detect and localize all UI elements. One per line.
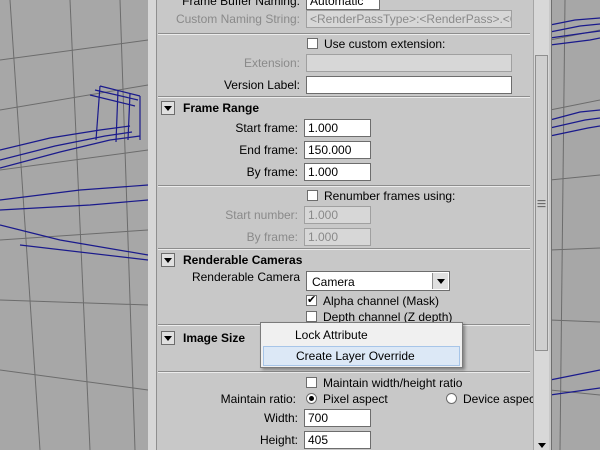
renderable-cameras-title[interactable]: Renderable Cameras: [183, 253, 302, 267]
separator: [158, 33, 530, 35]
version-label-label: Version Label:: [223, 78, 300, 92]
extension-field[interactable]: [306, 54, 512, 72]
renumber-by-frame-field[interactable]: 1.000: [304, 228, 371, 246]
alpha-channel-checkbox[interactable]: [306, 293, 317, 306]
maintain-ratio-label: Maintain ratio:: [220, 392, 296, 406]
custom-naming-field[interactable]: <RenderPassType>:<RenderPass>.<Came: [306, 10, 512, 28]
separator: [158, 371, 530, 373]
renderable-camera-value: Camera: [312, 275, 355, 289]
context-menu: Lock Attribute Create Layer Override: [260, 322, 463, 368]
menu-item-create-layer-override[interactable]: Create Layer Override: [263, 346, 460, 366]
scroll-down-arrow[interactable]: [535, 440, 548, 450]
chevron-down-icon: [432, 273, 448, 289]
by-frame-label: By frame:: [246, 165, 298, 179]
extension-label: Extension:: [243, 56, 300, 70]
renderable-camera-dropdown[interactable]: Camera: [306, 271, 450, 291]
version-label-field[interactable]: [306, 76, 512, 94]
height-field[interactable]: 405: [304, 431, 371, 449]
panel-left-strip: [148, 0, 157, 450]
custom-naming-label: Custom Naming String:: [175, 12, 300, 26]
depth-channel-checkbox[interactable]: [306, 311, 317, 322]
renumber-frames-checkbox[interactable]: [307, 190, 318, 201]
device-aspect-label: Device aspect: [463, 392, 539, 406]
pixel-aspect-label: Pixel aspect: [323, 392, 388, 406]
start-number-field[interactable]: 1.000: [304, 206, 371, 224]
end-frame-field[interactable]: 150.000: [304, 141, 371, 159]
separator: [158, 248, 530, 250]
start-frame-field[interactable]: 1.000: [304, 119, 371, 137]
grip-icon: — — —: [537, 196, 546, 211]
use-custom-extension-label: Use custom extension:: [324, 37, 446, 51]
end-frame-label: End frame:: [239, 143, 298, 157]
frame-range-title[interactable]: Frame Range: [183, 101, 259, 115]
frame-range-collapse-toggle[interactable]: [161, 101, 175, 115]
image-size-collapse-toggle[interactable]: [161, 331, 175, 345]
width-field[interactable]: 700: [304, 409, 371, 427]
renumber-by-frame-label: By frame:: [246, 230, 298, 244]
maintain-wh-ratio-checkbox[interactable]: [306, 377, 317, 388]
alpha-channel-label: Alpha channel (Mask): [323, 294, 440, 308]
pixel-aspect-radio[interactable]: [306, 393, 317, 404]
separator: [158, 96, 530, 98]
height-label: Height:: [259, 433, 298, 447]
renderable-cameras-collapse-toggle[interactable]: [161, 253, 175, 267]
device-aspect-radio[interactable]: [446, 393, 457, 404]
frame-buffer-naming-dropdown[interactable]: Automatic: [306, 0, 380, 10]
menu-item-lock-attribute[interactable]: Lock Attribute: [263, 325, 460, 345]
by-frame-field[interactable]: 1.000: [304, 163, 371, 181]
maintain-wh-ratio-label: Maintain width/height ratio: [323, 376, 463, 390]
image-size-title[interactable]: Image Size: [183, 331, 245, 345]
start-number-label: Start number:: [225, 208, 298, 222]
start-frame-label: Start frame:: [235, 121, 298, 135]
separator: [158, 185, 530, 187]
width-label: Width:: [263, 411, 298, 425]
frame-buffer-naming-label: Frame Buffer Naming:: [182, 0, 300, 8]
renderable-camera-label: Renderable Camera: [191, 270, 300, 284]
use-custom-extension-checkbox[interactable]: [307, 38, 318, 49]
renumber-frames-label: Renumber frames using:: [324, 189, 456, 203]
